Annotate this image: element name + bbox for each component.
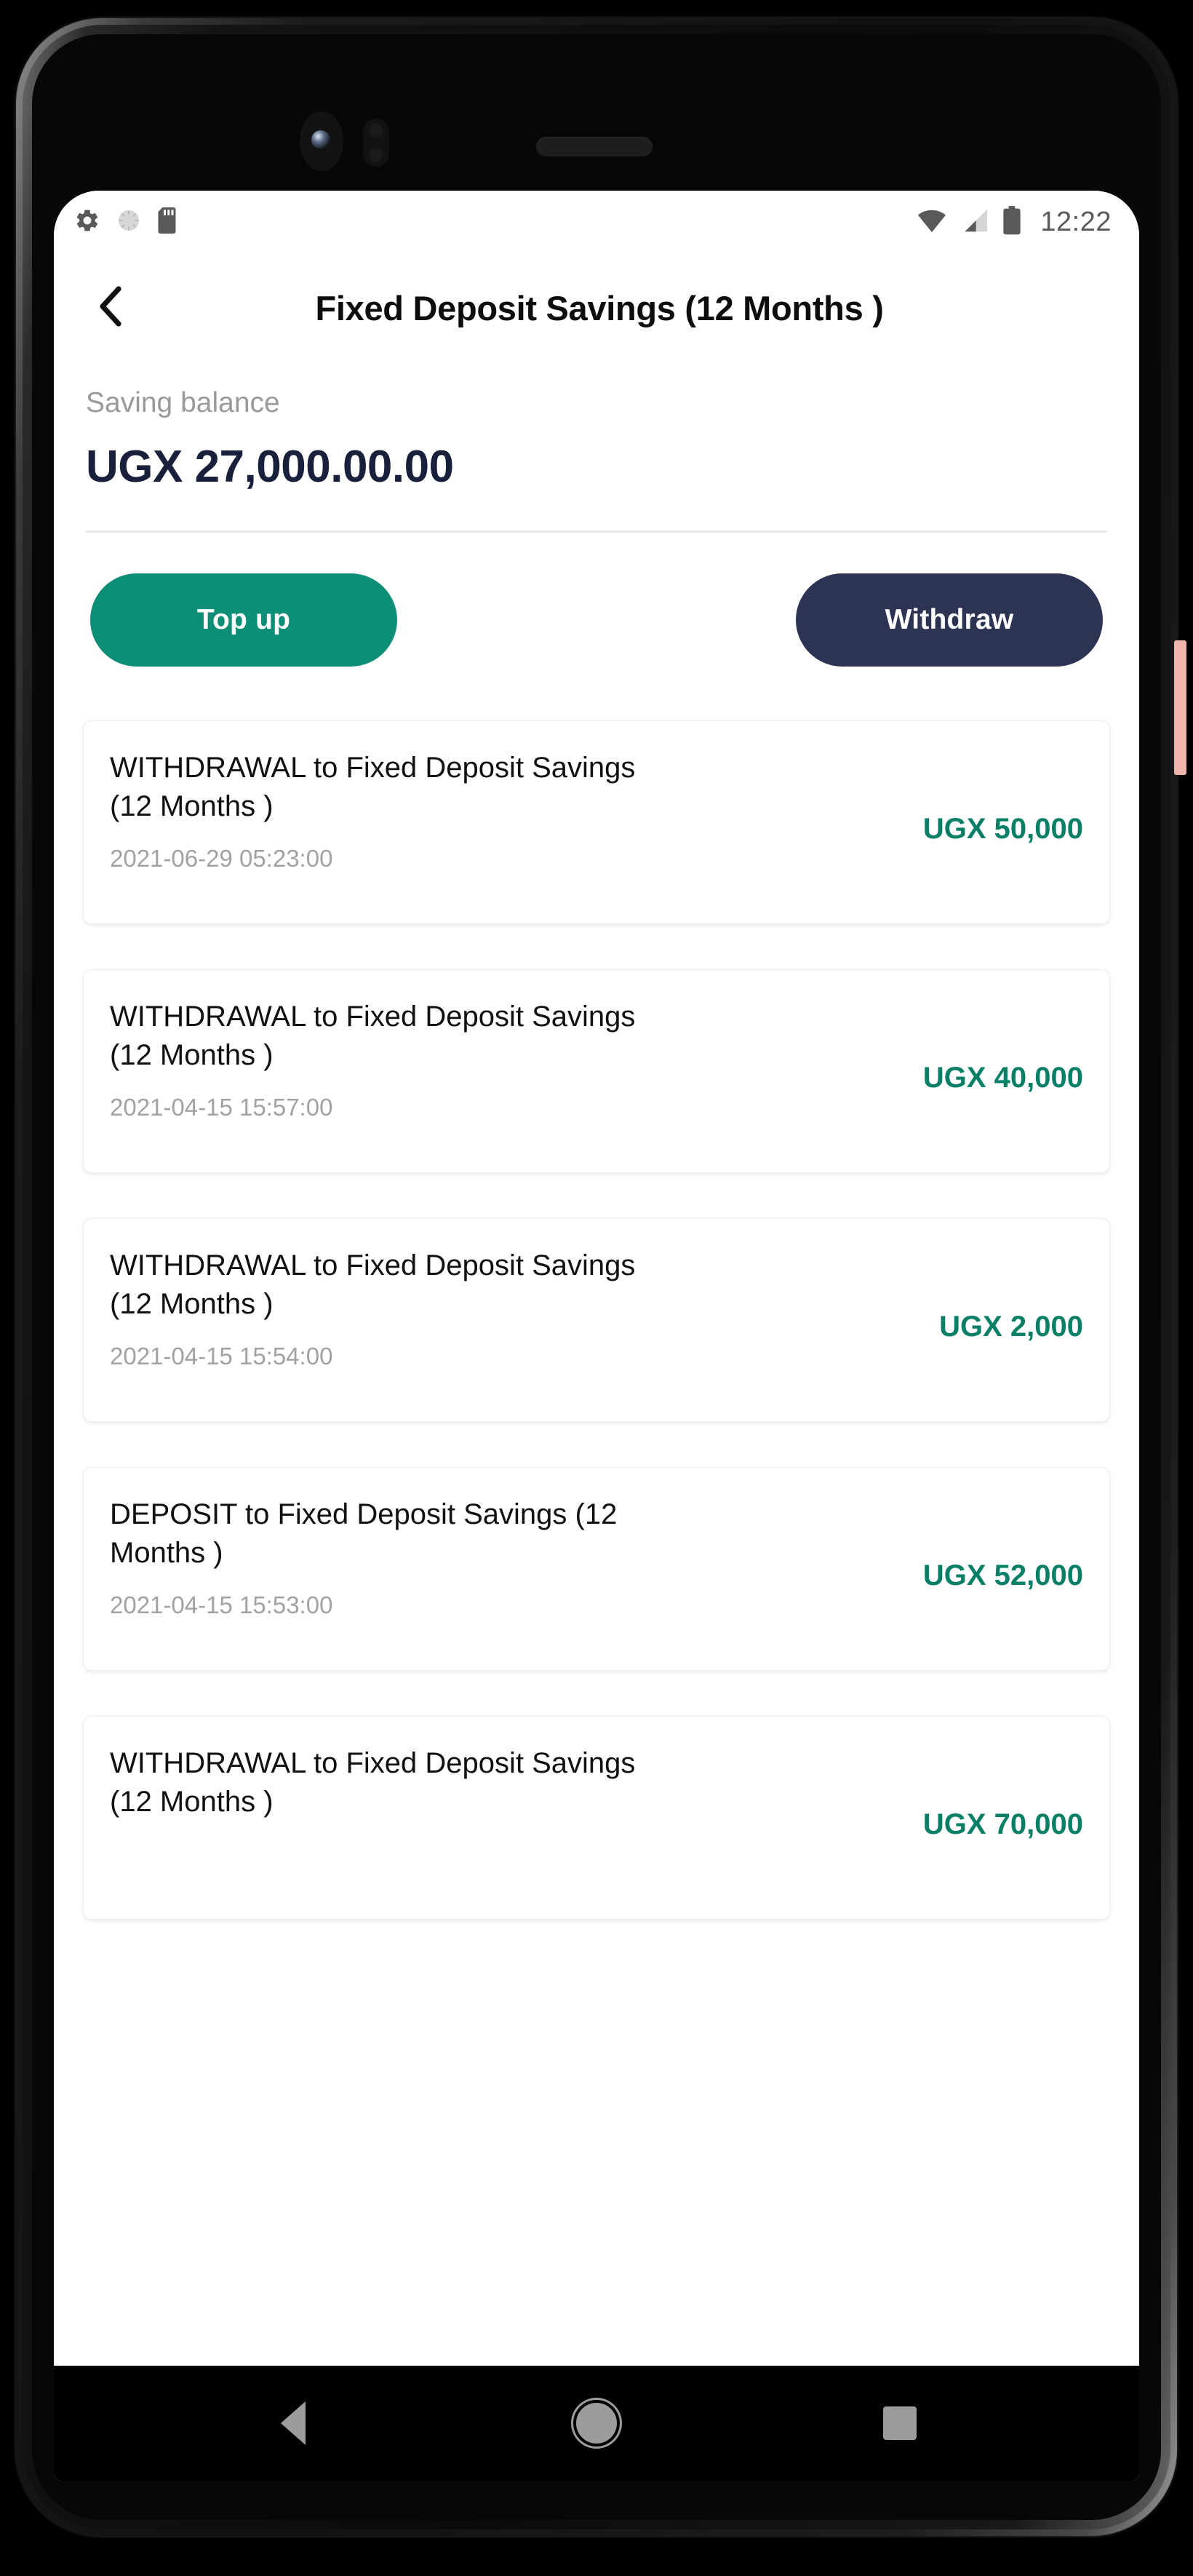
phone-screen: 12:22 Fixed Deposit Savings (12 Months )… (54, 191, 1139, 2481)
transaction-title: DEPOSIT to Fixed Deposit Savings (12 Mon… (110, 1498, 618, 1569)
transaction-title: WITHDRAWAL to Fixed Deposit Savings (12 … (110, 1747, 636, 1818)
nav-home-button[interactable] (553, 2380, 640, 2467)
chevron-left-icon (95, 285, 128, 332)
transaction-title: WITHDRAWAL to Fixed Deposit Savings (12 … (110, 1001, 636, 1071)
action-buttons: Top up Withdraw (54, 533, 1139, 667)
table-row[interactable]: WITHDRAWAL to Fixed Deposit Savings (12 … (83, 1218, 1110, 1422)
table-row[interactable]: WITHDRAWAL to Fixed Deposit Savings (12 … (83, 969, 1110, 1173)
table-row[interactable]: WITHDRAWAL to Fixed Deposit Savings (12 … (83, 720, 1110, 924)
transaction-date: 2021-04-15 15:54:00 (110, 1342, 333, 1370)
cellular-signal-icon (960, 208, 989, 236)
transaction-amount: UGX 40,000 (922, 1061, 1083, 1094)
transaction-details: WITHDRAWAL to Fixed Deposit Savings (12 … (110, 749, 923, 872)
earpiece-speaker-icon (536, 137, 653, 156)
transaction-amount: UGX 2,000 (939, 1310, 1083, 1343)
transaction-title: WITHDRAWAL to Fixed Deposit Savings (12 … (110, 752, 636, 822)
transaction-details: DEPOSIT to Fixed Deposit Savings (12 Mon… (110, 1495, 923, 1619)
transaction-details: WITHDRAWAL to Fixed Deposit Savings (12 … (110, 1744, 923, 1840)
transaction-amount: UGX 52,000 (922, 1559, 1083, 1591)
front-camera-icon (300, 111, 343, 171)
transaction-list[interactable]: WITHDRAWAL to Fixed Deposit Savings (12 … (54, 667, 1139, 1920)
transaction-amount: UGX 50,000 (922, 812, 1083, 845)
side-power-button[interactable] (1174, 640, 1186, 775)
status-bar: 12:22 (54, 191, 1139, 253)
table-row[interactable]: DEPOSIT to Fixed Deposit Savings (12 Mon… (83, 1467, 1110, 1671)
sd-card-icon (157, 207, 179, 237)
table-row[interactable]: WITHDRAWAL to Fixed Deposit Savings (12 … (83, 1716, 1110, 1920)
status-bar-left-icons (74, 207, 179, 237)
page-title: Fixed Deposit Savings (12 Months ) (315, 288, 884, 327)
nav-back-button[interactable] (250, 2380, 337, 2467)
home-circle-icon (575, 2403, 617, 2444)
transaction-date: 2021-04-15 15:57:00 (110, 1093, 333, 1121)
balance-label: Saving balance (86, 387, 280, 418)
status-bar-right-icons: 12:22 (917, 205, 1112, 239)
withdraw-button[interactable]: Withdraw (796, 573, 1103, 667)
recents-square-icon (883, 2406, 917, 2440)
status-bar-clock: 12:22 (1040, 206, 1112, 237)
transaction-date: 2021-04-15 15:53:00 (110, 1591, 333, 1618)
transaction-amount: UGX 70,000 (922, 1808, 1083, 1840)
transaction-details: WITHDRAWAL to Fixed Deposit Savings (12 … (110, 1247, 939, 1370)
android-nav-bar (54, 2366, 1139, 2481)
battery-icon (1002, 205, 1021, 239)
nav-recents-button[interactable] (856, 2380, 943, 2467)
gear-icon (74, 207, 100, 237)
sync-spinner-icon (116, 208, 141, 236)
back-button[interactable] (83, 279, 140, 336)
back-triangle-icon (280, 2401, 306, 2445)
wifi-icon (917, 208, 947, 236)
phone-device: 12:22 Fixed Deposit Savings (12 Months )… (16, 18, 1186, 2536)
transaction-title: WITHDRAWAL to Fixed Deposit Savings (12 … (110, 1249, 636, 1320)
transaction-details: WITHDRAWAL to Fixed Deposit Savings (12 … (110, 998, 923, 1121)
app-bar: Fixed Deposit Savings (12 Months ) (54, 253, 1139, 362)
balance-section: Saving balance UGX 27,000.00.00 (54, 362, 1139, 533)
transaction-date: 2021-06-29 05:23:00 (110, 844, 333, 872)
top-up-button[interactable]: Top up (90, 573, 397, 667)
balance-amount: UGX 27,000.00.00 (86, 442, 454, 492)
proximity-sensor-icon (363, 119, 389, 167)
